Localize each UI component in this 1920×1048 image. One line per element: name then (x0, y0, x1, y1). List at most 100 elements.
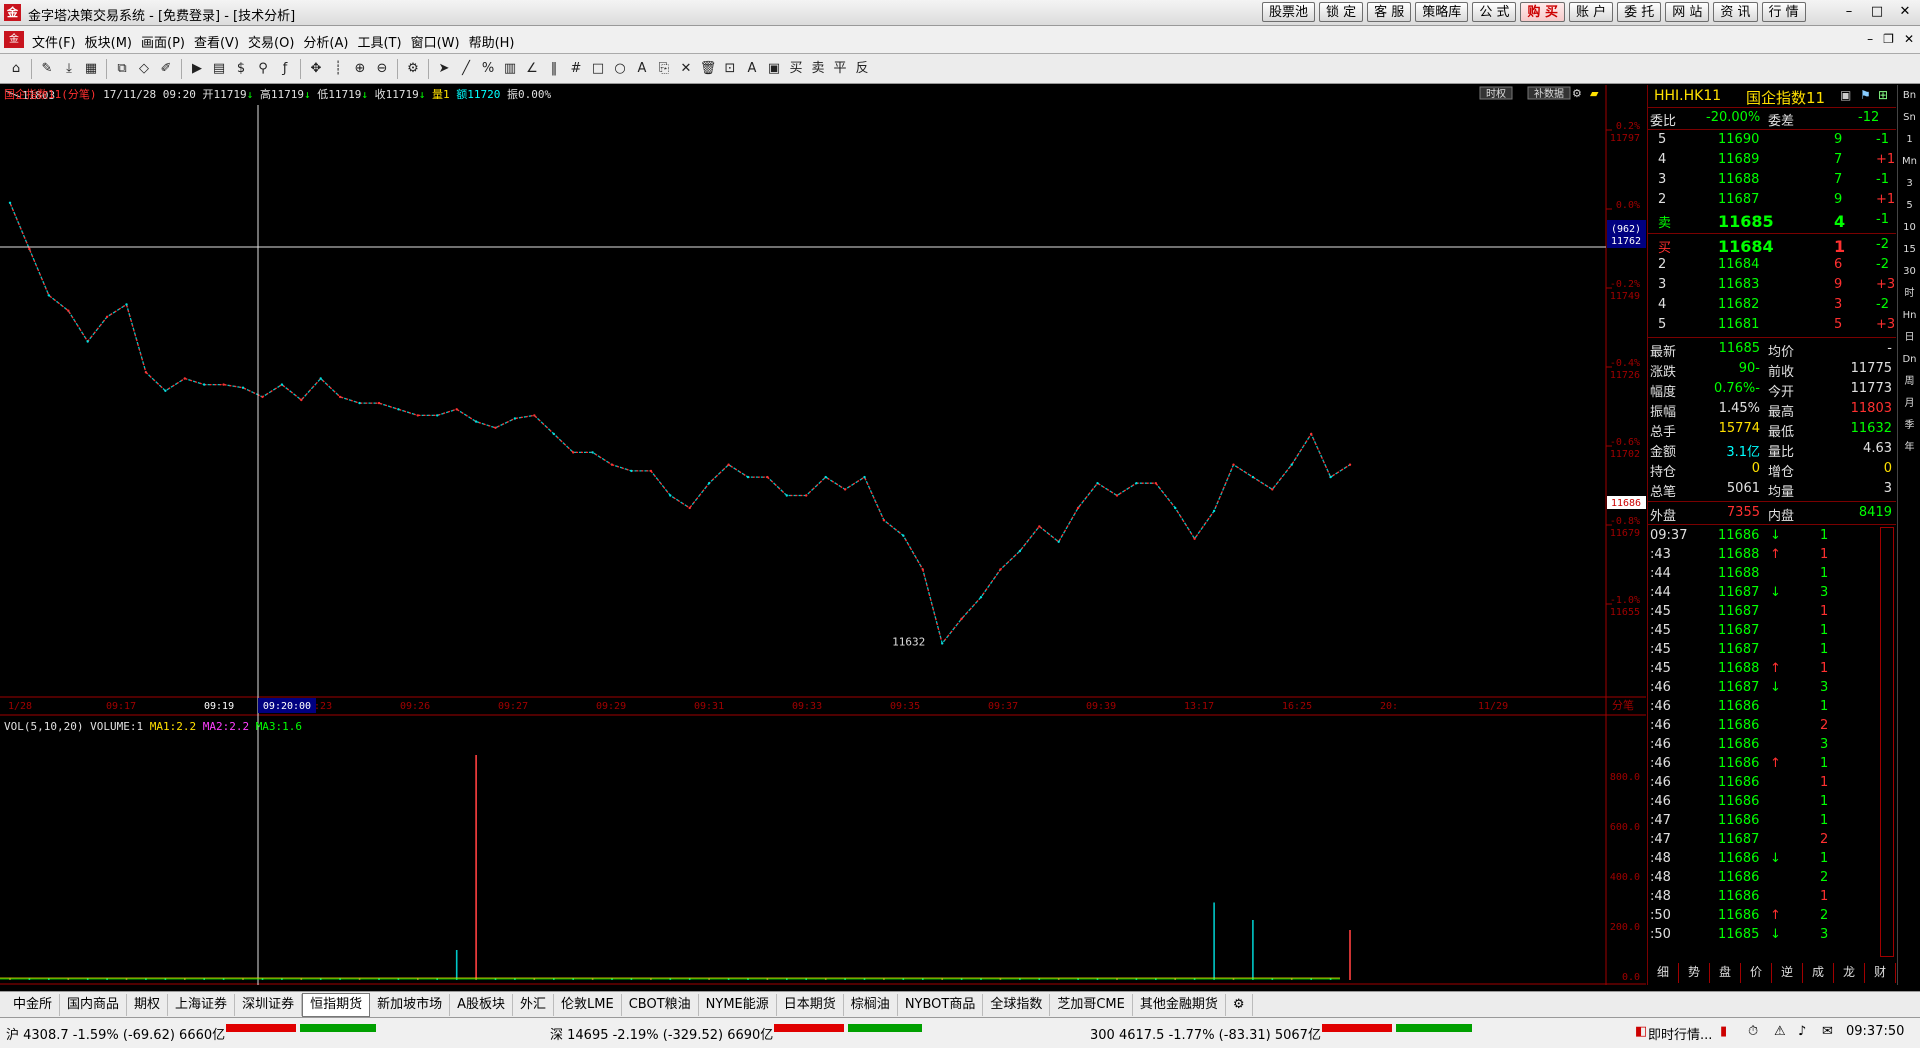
layers-icon[interactable]: ⧉ (112, 59, 132, 79)
market-tab-13[interactable]: 棕榈油 (844, 993, 898, 1016)
market-tab-14[interactable]: NYBOT商品 (898, 993, 984, 1016)
market-tab-1[interactable]: 国内商品 (60, 993, 128, 1016)
chart-gear-icon[interactable]: ⚙ (1572, 87, 1582, 100)
period-button-11[interactable]: 日 (1898, 327, 1920, 349)
status-realtime[interactable]: 即时行情... (1648, 1024, 1712, 1043)
market-tab-9[interactable]: 伦敦LME (554, 993, 622, 1016)
gear-icon[interactable]: ⚙ (403, 59, 423, 79)
panel-settings-icon[interactable]: ▣ (1840, 88, 1851, 102)
top-button-10[interactable]: 行 情 (1761, 2, 1806, 22)
top-button-0[interactable]: 股票池 (1262, 2, 1316, 22)
market-tab-3[interactable]: 上海证券 (168, 993, 236, 1016)
period-button-5[interactable]: 5 (1898, 195, 1920, 217)
period-button-7[interactable]: 15 (1898, 239, 1920, 261)
panel-tab-4[interactable]: 逆 (1772, 963, 1803, 983)
market-tab-6[interactable]: 新加坡市场 (370, 993, 451, 1016)
pencil-icon[interactable]: ✎ (37, 59, 57, 79)
minimize-icon[interactable]: – (1838, 2, 1860, 22)
document-icon[interactable]: ▤ (209, 59, 229, 79)
period-button-4[interactable]: 3 (1898, 173, 1920, 195)
cursor-arrow-icon[interactable]: ➤ (434, 59, 454, 79)
maximize-icon[interactable]: □ (1866, 2, 1888, 22)
angle-tool-icon[interactable]: ∠ (522, 59, 542, 79)
panel-tab-3[interactable]: 价 (1741, 963, 1772, 983)
reverse-icon[interactable]: 反 (852, 59, 872, 79)
menu-item-3[interactable]: 查看(V) (194, 32, 248, 51)
market-tab-7[interactable]: A股板块 (450, 993, 514, 1016)
market-tab-2[interactable]: 期权 (127, 993, 169, 1016)
mdi-close-icon[interactable]: ✕ (1904, 32, 1914, 46)
realtime-icon[interactable]: ◧ (1635, 1024, 1647, 1039)
period-button-14[interactable]: 月 (1898, 393, 1920, 415)
move-icon[interactable]: ✥ (306, 59, 326, 79)
panel-tab-1[interactable]: 势 (1679, 963, 1710, 983)
panel-tab-7[interactable]: 财 (1865, 963, 1896, 983)
zoom-in-icon[interactable]: ⊕ (350, 59, 370, 79)
play-icon[interactable]: ▶ (187, 59, 207, 79)
period-button-8[interactable]: 30 (1898, 261, 1920, 283)
period-button-15[interactable]: 季 (1898, 415, 1920, 437)
percent-tool-icon[interactable]: % (478, 59, 498, 79)
top-button-3[interactable]: 策略库 (1415, 2, 1469, 22)
menu-item-4[interactable]: 交易(O) (248, 32, 303, 51)
tabs-settings-icon[interactable]: ⚙ (1226, 993, 1253, 1016)
menu-item-0[interactable]: 文件(F) (32, 32, 85, 51)
menu-item-6[interactable]: 工具(T) (357, 32, 410, 51)
zoom-out-icon[interactable]: ⊖ (372, 59, 392, 79)
alarm-icon[interactable]: ⚠ (1774, 1024, 1786, 1039)
menu-item-1[interactable]: 板块(M) (85, 32, 141, 51)
top-button-9[interactable]: 资 讯 (1713, 2, 1758, 22)
market-tab-17[interactable]: 其他金融期货 (1133, 993, 1226, 1016)
edit-icon[interactable]: ✐ (156, 59, 176, 79)
copy-icon[interactable]: ⎘ (654, 59, 674, 79)
dollar-icon[interactable]: $ (231, 59, 251, 79)
market-tab-12[interactable]: 日本期货 (777, 993, 844, 1016)
panel-tab-2[interactable]: 盘 (1710, 963, 1741, 983)
menu-item-5[interactable]: 分析(A) (303, 32, 357, 51)
period-button-16[interactable]: 年 (1898, 437, 1920, 459)
menu-item-8[interactable]: 帮助(H) (469, 32, 524, 51)
market-tab-10[interactable]: CBOT粮油 (622, 993, 699, 1016)
rectangle-tool-icon[interactable]: □ (588, 59, 608, 79)
period-button-9[interactable]: 时 (1898, 283, 1920, 305)
market-tab-0[interactable]: 中金所 (6, 993, 61, 1016)
top-button-4[interactable]: 公 式 (1472, 2, 1517, 22)
market-tab-4[interactable]: 深圳证券 (235, 993, 303, 1016)
buy-icon[interactable]: 买 (786, 59, 806, 79)
period-button-13[interactable]: 周 (1898, 371, 1920, 393)
market-tab-11[interactable]: NYME能源 (699, 993, 777, 1016)
home-icon[interactable]: ⌂ (6, 59, 26, 79)
trash-icon[interactable]: 🗑 (698, 59, 718, 79)
mdi-minimize-icon[interactable]: – (1867, 32, 1873, 46)
panel-tab-6[interactable]: 龙 (1834, 963, 1865, 983)
save-icon[interactable]: ▣ (764, 59, 784, 79)
top-button-7[interactable]: 委 托 (1617, 2, 1662, 22)
panel-link-icon[interactable]: ⚑ (1860, 88, 1871, 102)
diamond-icon[interactable]: ◇ (134, 59, 154, 79)
chart-ticket-icon[interactable]: ▰ (1590, 87, 1599, 100)
period-button-1[interactable]: Sn (1898, 107, 1920, 129)
delete-icon[interactable]: ✕ (676, 59, 696, 79)
panel-tab-5[interactable]: 成 (1803, 963, 1834, 983)
download-icon[interactable]: ⤓ (59, 59, 79, 79)
close-icon[interactable]: ✕ (1894, 2, 1916, 22)
chart-badge[interactable]: 补数据 (1534, 87, 1564, 100)
top-button-2[interactable]: 客 服 (1367, 2, 1412, 22)
font-color-icon[interactable]: A (742, 59, 762, 79)
lock-icon[interactable]: ⊡ (720, 59, 740, 79)
note-icon[interactable]: ✉ (1822, 1024, 1833, 1039)
ellipse-tool-icon[interactable]: ○ (610, 59, 630, 79)
chart-badge[interactable]: 时权 (1486, 87, 1506, 100)
bell-icon[interactable]: ♪ (1798, 1024, 1806, 1039)
top-button-8[interactable]: 网 站 (1665, 2, 1710, 22)
price-chart[interactable]: 0.2%117970.0%-0.2%11749-0.4%11726-0.6%11… (0, 85, 1646, 985)
top-button-5[interactable]: 购 买 (1520, 2, 1565, 22)
period-button-2[interactable]: 1 (1898, 129, 1920, 151)
parallel-tool-icon[interactable]: ‖ (544, 59, 564, 79)
period-button-6[interactable]: 10 (1898, 217, 1920, 239)
text-tool-icon[interactable]: A (632, 59, 652, 79)
period-button-10[interactable]: Hn (1898, 305, 1920, 327)
menu-item-7[interactable]: 窗口(W) (411, 32, 469, 51)
filter-icon[interactable]: ⚲ (253, 59, 273, 79)
grid-icon[interactable]: ▦ (81, 59, 101, 79)
